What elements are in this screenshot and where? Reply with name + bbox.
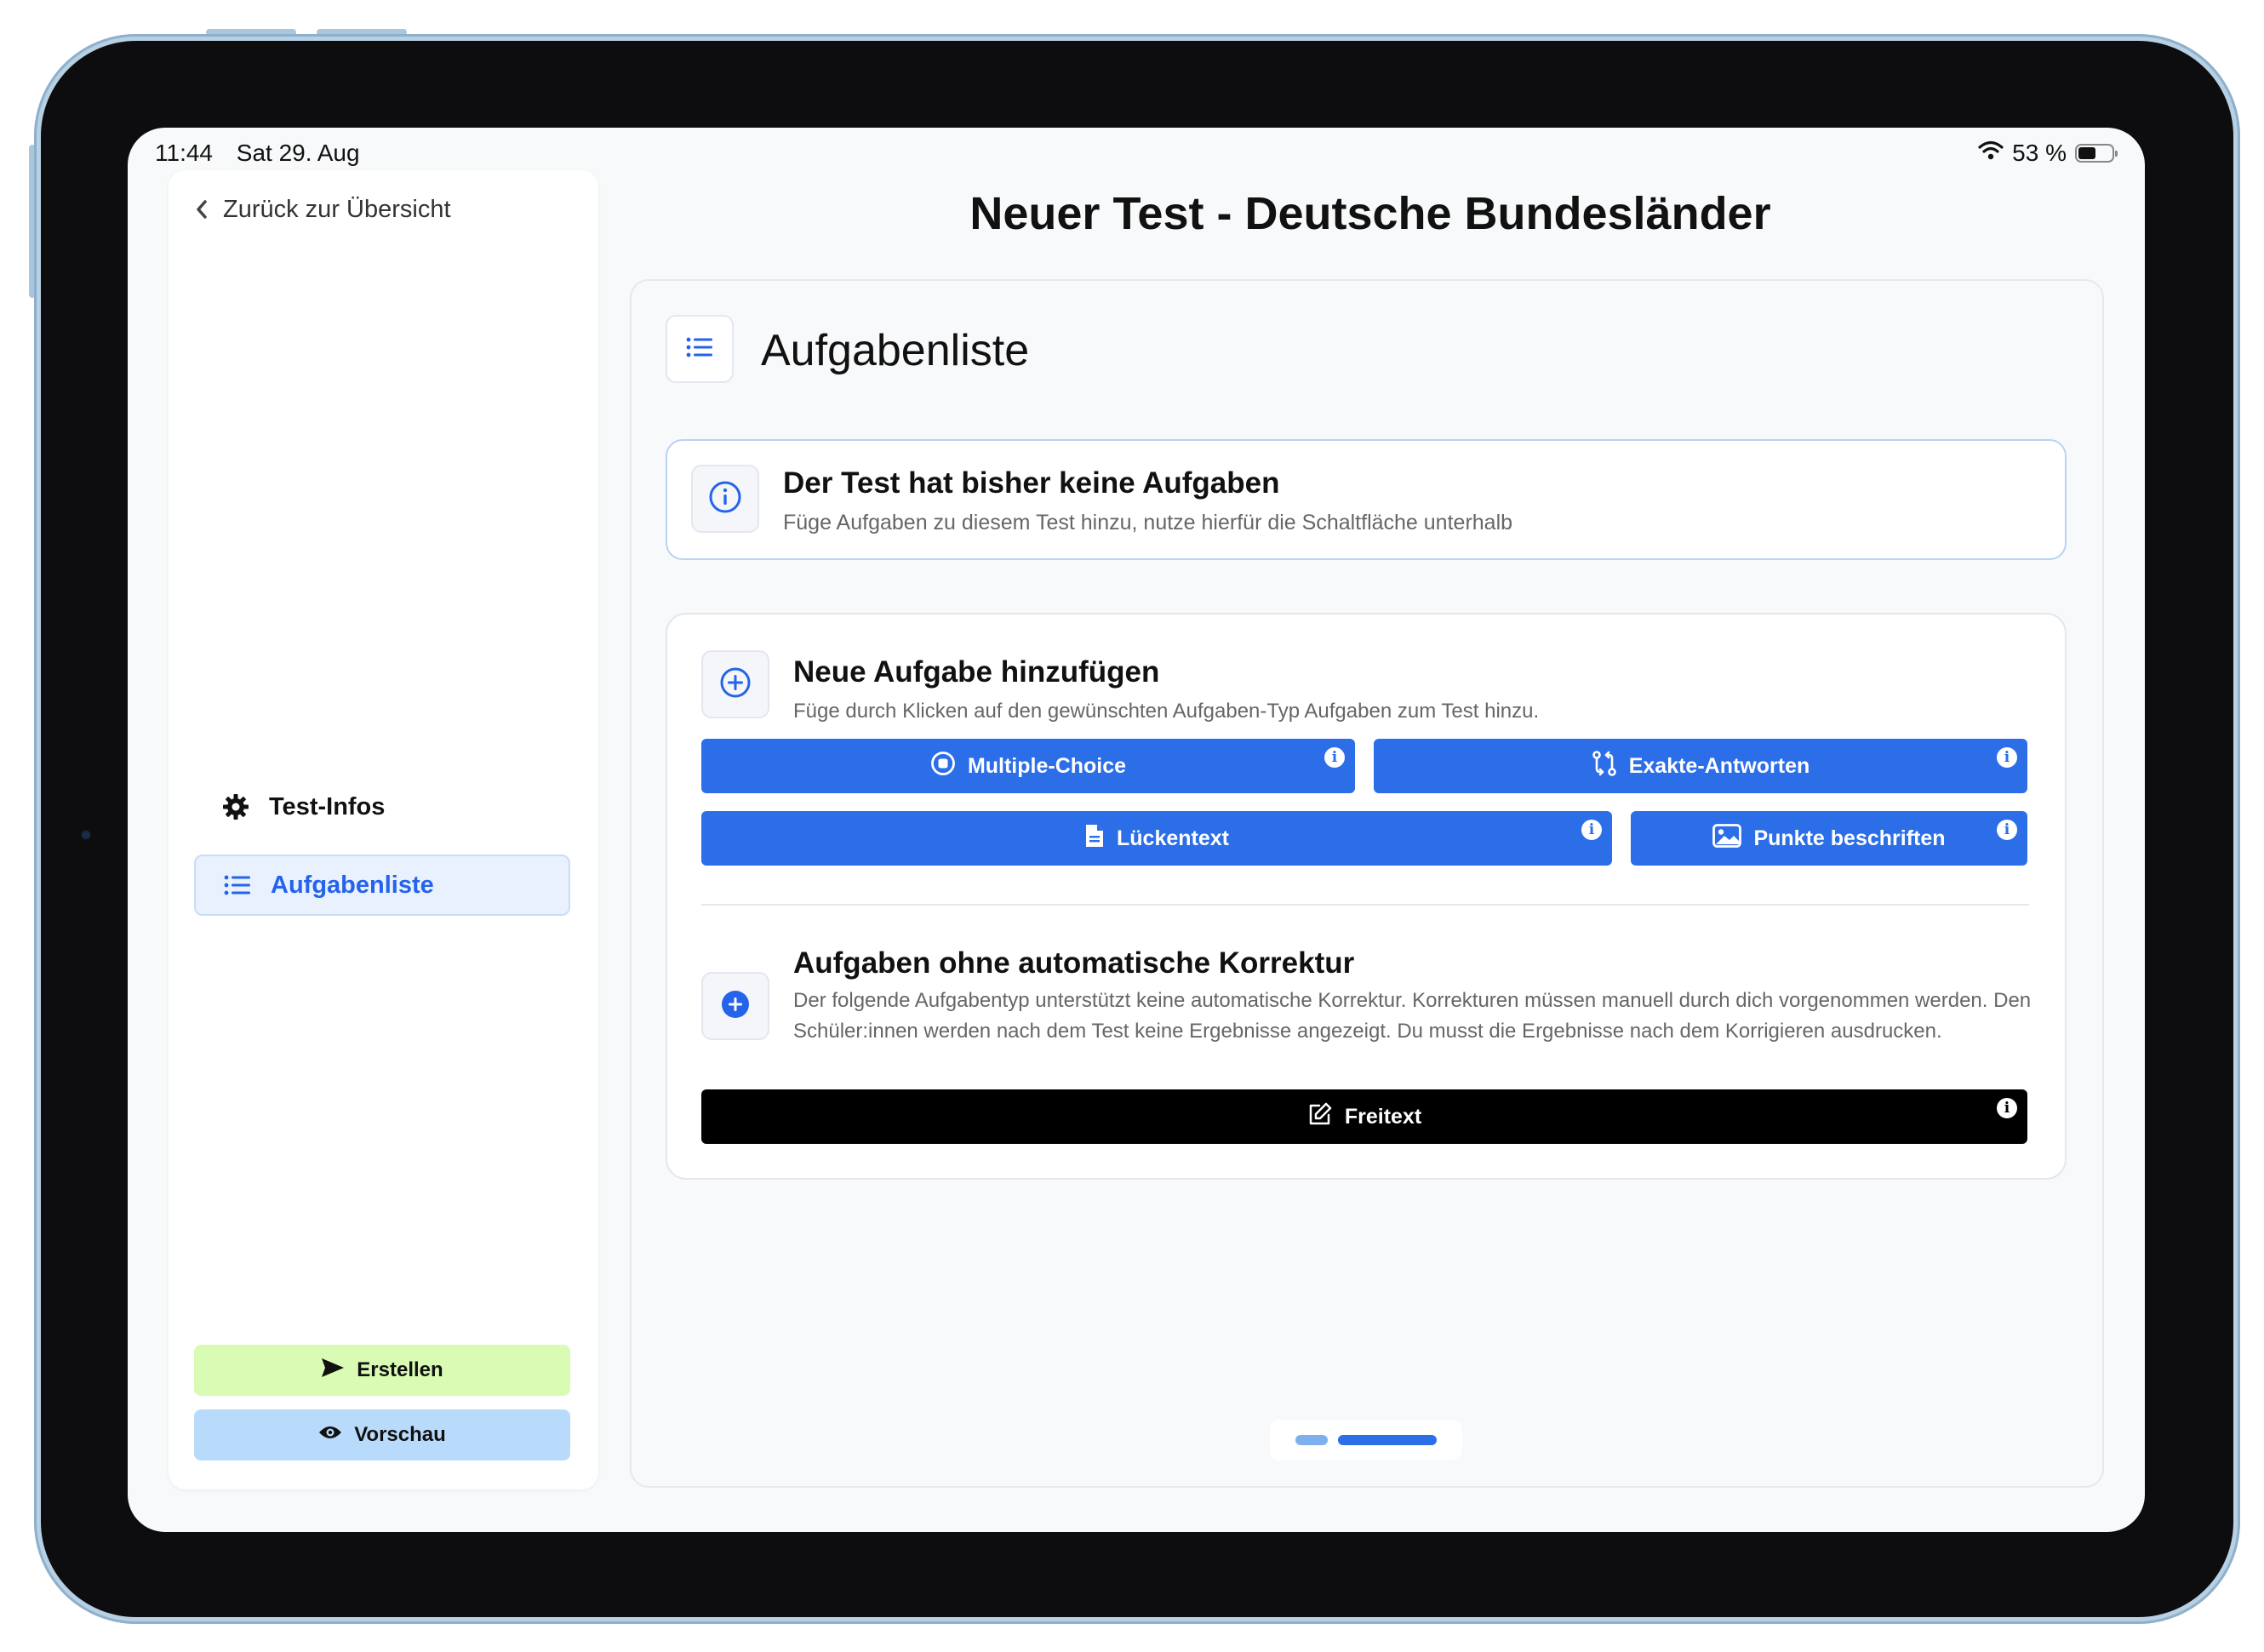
add-task-description: Füge durch Klicken auf den gewünschten A…	[793, 700, 1540, 723]
preview-button-label: Vorschau	[354, 1423, 446, 1446]
battery-icon	[2075, 144, 2118, 163]
create-button[interactable]: Erstellen	[194, 1345, 570, 1396]
status-date: Sat 29. Aug	[236, 140, 360, 166]
multiple-choice-label: Multiple-Choice	[967, 753, 1127, 778]
no-tasks-notice: Der Test hat bisher keine Aufgaben Füge …	[666, 439, 2067, 560]
add-icon-box	[701, 650, 769, 718]
cloze-text-info-icon[interactable]: i	[1581, 820, 1602, 840]
multiple-choice-button[interactable]: Multiple-Choice i	[701, 739, 1355, 793]
preview-button[interactable]: Vorschau	[194, 1409, 570, 1461]
list-icon	[686, 336, 713, 363]
multiple-choice-info-icon[interactable]: i	[1324, 747, 1345, 768]
label-points-info-icon[interactable]: i	[1997, 820, 2017, 840]
back-link-label: Zurück zur Übersicht	[223, 196, 451, 223]
sidebar-item-label: Test-Infos	[269, 792, 386, 820]
create-button-label: Erstellen	[357, 1358, 443, 1381]
exact-answers-label: Exakte-Antworten	[1628, 753, 1810, 778]
radio-icon	[930, 751, 956, 782]
free-text-info-icon[interactable]: i	[1997, 1098, 2017, 1118]
sidebar-item-aufgabenliste[interactable]: Aufgabenliste	[194, 855, 570, 916]
exact-answers-button[interactable]: Exakte-Antworten i	[1374, 739, 2027, 793]
manual-title: Aufgaben ohne automatische Korrektur	[793, 946, 1355, 980]
notice-description: Füge Aufgaben zu diesem Test hinzu, nutz…	[783, 511, 1513, 534]
free-text-button[interactable]: Freitext i	[701, 1089, 2027, 1144]
notice-title: Der Test hat bisher keine Aufgaben	[783, 466, 1280, 500]
info-circle-icon	[708, 480, 742, 518]
status-time: 11:44	[155, 140, 213, 166]
sidebar: Zurück zur Übersicht Test-Infos Aufgaben…	[169, 170, 598, 1489]
front-camera	[82, 831, 90, 839]
task-list-panel: Aufgabenliste Der Test hat bisher keine …	[630, 279, 2104, 1488]
manual-description: Der folgende Aufgabentyp unterstützt kei…	[793, 989, 2032, 1043]
gear-icon	[221, 793, 250, 820]
exact-answers-info-icon[interactable]: i	[1997, 747, 2017, 768]
list-icon	[223, 874, 252, 896]
add-task-card: Neue Aufgabe hinzufügen Füge durch Klick…	[666, 613, 2067, 1180]
label-points-button[interactable]: Punkte beschriften i	[1631, 811, 2027, 866]
cloze-text-label: Lückentext	[1117, 826, 1229, 850]
battery-percent: 53 %	[2012, 140, 2067, 166]
section-title: Aufgabenliste	[761, 326, 1030, 375]
free-text-label: Freitext	[1344, 1104, 1422, 1129]
document-icon	[1084, 823, 1105, 855]
wifi-icon	[1978, 140, 2004, 167]
section-divider	[701, 904, 2029, 906]
status-indicators: 53 %	[1978, 140, 2118, 167]
plus-circle-icon	[718, 666, 752, 704]
eye-icon	[318, 1423, 342, 1447]
add-task-title: Neue Aufgabe hinzufügen	[793, 655, 1160, 689]
info-icon-box	[691, 465, 759, 533]
battery-level	[2078, 147, 2095, 159]
send-icon	[321, 1358, 345, 1384]
sidebar-item-test-infos[interactable]: Test-Infos	[194, 776, 570, 837]
label-points-label: Punkte beschriften	[1753, 826, 1946, 850]
image-icon	[1712, 823, 1742, 854]
section-icon-box	[666, 315, 734, 383]
page-dot-2-active[interactable]	[1338, 1435, 1437, 1445]
back-to-overview-link[interactable]: Zurück zur Übersicht	[194, 196, 451, 224]
edit-icon	[1307, 1101, 1333, 1133]
plus-circle-filled-icon	[720, 989, 751, 1024]
chevron-left-icon	[194, 197, 209, 224]
sidebar-item-label: Aufgabenliste	[271, 871, 434, 899]
swap-icon	[1592, 750, 1617, 783]
manual-icon-box	[701, 972, 769, 1040]
page-title: Neuer Test - Deutsche Bundesländer	[969, 188, 1771, 239]
page-dot-1[interactable]	[1295, 1435, 1328, 1445]
status-datetime: 11:44 Sat 29. Aug	[155, 140, 377, 167]
page-indicator	[1270, 1420, 1462, 1461]
cloze-text-button[interactable]: Lückentext i	[701, 811, 1612, 866]
screen: 11:44 Sat 29. Aug 53 % Zurück zur Übersi…	[128, 128, 2145, 1532]
